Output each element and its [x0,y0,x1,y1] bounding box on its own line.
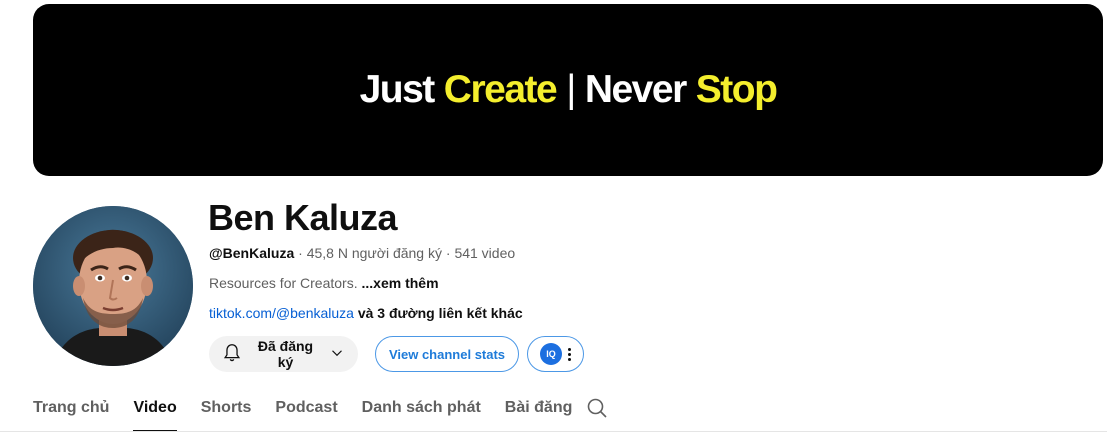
channel-description[interactable]: Resources for Creators. ...xem thêm [209,275,439,291]
channel-links: tiktok.com/@benkaluza và 3 đường liên kế… [209,305,523,321]
bell-icon [221,342,243,367]
subscribed-label: Đã đăng ký [257,338,314,370]
tab-posts[interactable]: Bài đăng [505,388,573,432]
avatar-image [33,206,193,366]
tabs-divider [0,431,1107,432]
tab-podcast[interactable]: Podcast [275,388,337,432]
description-text: Resources for Creators. [209,275,358,291]
vidiq-badge-icon: IQ [540,343,562,365]
channel-handle: @BenKaluza [209,245,295,261]
tab-home[interactable]: Trang chủ [33,388,109,432]
video-count: 541 video [454,245,516,261]
subscriber-count: 45,8 N người đăng ký [306,245,442,261]
channel-tabs: Trang chủ Video Shorts Podcast Danh sách… [33,388,596,432]
chevron-down-icon [328,344,346,365]
tab-shorts[interactable]: Shorts [201,388,252,432]
banner-word-stop: Stop [695,68,778,111]
channel-name: Ben Kaluza [208,197,398,238]
view-channel-stats-button[interactable]: View channel stats [375,336,519,372]
banner-word-create: Create [443,68,558,111]
channel-avatar[interactable] [33,206,193,366]
tab-videos[interactable]: Video [133,388,177,432]
subscribed-button[interactable]: Đã đăng ký [209,336,358,372]
channel-banner: Just Create | Never Stop [33,4,1103,176]
tab-playlists[interactable]: Danh sách phát [362,388,481,432]
meta-dot: · [298,245,303,261]
banner-separator: | [566,68,576,111]
search-icon[interactable] [585,396,609,420]
tiktok-link[interactable]: tiktok.com/@benkaluza [209,305,354,321]
meta-dot: · [445,245,451,261]
extension-button[interactable]: IQ [527,336,584,372]
banner-text: Just Create | Never Stop [359,68,778,112]
more-links-button[interactable]: và 3 đường liên kết khác [358,305,523,321]
channel-meta: @BenKaluza · 45,8 N người đăng ký · 541 … [209,245,515,261]
banner-word-just: Just [359,68,436,111]
see-more-link[interactable]: ...xem thêm [362,275,439,291]
more-vert-icon[interactable] [568,347,571,361]
banner-word-never: Never [584,68,687,111]
